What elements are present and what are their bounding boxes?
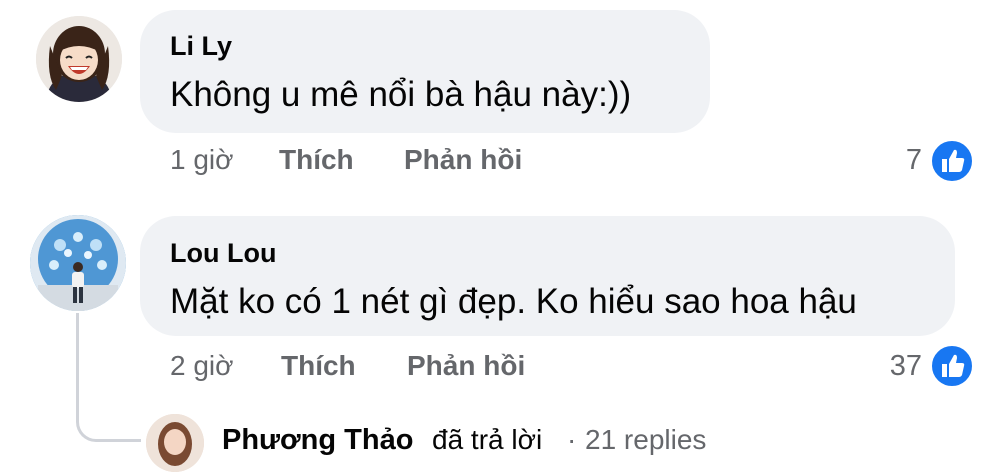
comment-time[interactable]: 2 giờ xyxy=(170,350,234,382)
avatar-cartoon-image xyxy=(36,16,122,102)
like-link[interactable]: Thích xyxy=(281,350,356,382)
comment-author[interactable]: Lou Lou xyxy=(170,238,276,269)
avatar-photo-image xyxy=(30,215,126,311)
reply-count[interactable]: 21 replies xyxy=(585,424,706,456)
comment-text: Không u mê nổi bà hậu này:)) xyxy=(170,75,632,114)
avatar-photo-image xyxy=(146,414,204,472)
thread-connector xyxy=(76,313,141,442)
reply-action: đã trả lời xyxy=(432,424,543,455)
reply-link[interactable]: Phản hồi xyxy=(404,144,522,176)
comment-author[interactable]: Li Ly xyxy=(170,31,232,62)
reply-author[interactable]: Phương Thảo xyxy=(222,424,413,457)
reply-link[interactable]: Phản hồi xyxy=(407,350,525,382)
avatar[interactable] xyxy=(30,215,126,311)
comment-time[interactable]: 1 giờ xyxy=(170,144,234,176)
like-link[interactable]: Thích xyxy=(279,144,354,176)
reply-avatar xyxy=(146,414,204,472)
separator-dot: · xyxy=(567,424,577,455)
thumbs-up-icon[interactable] xyxy=(929,343,975,389)
avatar[interactable] xyxy=(36,16,122,102)
reaction-count[interactable]: 37 xyxy=(890,350,922,383)
thumbs-up-icon[interactable] xyxy=(929,138,975,184)
comment-text: Mặt ko có 1 nét gì đẹp. Ko hiểu sao hoa … xyxy=(170,282,857,321)
reaction-count[interactable]: 7 xyxy=(906,144,922,177)
